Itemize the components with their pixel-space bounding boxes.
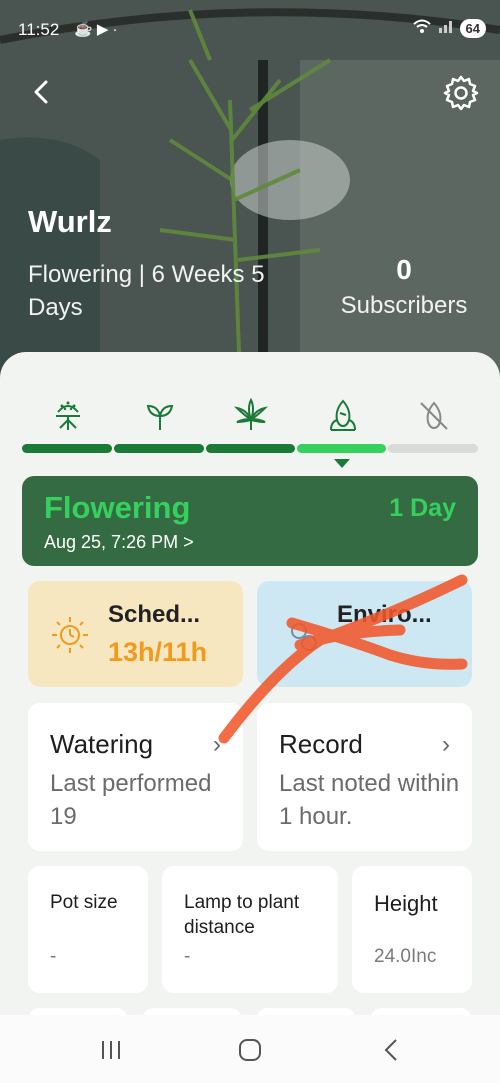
back-arrow-icon <box>34 80 48 104</box>
environment-icon <box>285 617 325 657</box>
status-time: 11:52 <box>18 20 60 39</box>
notification-icons: ☕ ▶ · <box>74 21 118 38</box>
flowering-bud-icon[interactable] <box>325 398 361 434</box>
plant-name: Wurlz <box>28 204 112 239</box>
light-schedule-value: 13h/11h <box>108 637 208 667</box>
pot-size-title: Pot size <box>50 892 118 913</box>
subscriber-count[interactable]: 0 <box>340 254 468 286</box>
germination-icon[interactable] <box>50 398 86 434</box>
sun-icon <box>50 615 90 655</box>
pot-size-card[interactable]: Pot size - <box>28 866 148 993</box>
settings-button[interactable] <box>442 74 480 112</box>
watering-title: Watering <box>50 729 154 759</box>
current-stage-pointer <box>334 459 350 468</box>
height-card[interactable]: Height 24.0Inc <box>352 866 472 993</box>
harvest-disabled-icon[interactable] <box>416 398 452 434</box>
stage-start-date[interactable]: Aug 25, 7:26 PM > <box>44 532 194 553</box>
system-back-button[interactable] <box>371 1033 411 1067</box>
lamp-distance-card[interactable]: Lamp to plant distance - <box>162 866 338 993</box>
gear-icon <box>443 75 479 111</box>
record-subtitle: Last noted within 1 hour. <box>279 770 460 830</box>
schedule-card[interactable]: Sched... 13h/11h <box>28 581 243 687</box>
progress-seedling <box>114 444 204 453</box>
back-chevron-icon <box>384 1039 397 1061</box>
watering-subtitle: Last performed 19 <box>50 770 212 830</box>
progress-vegetative <box>206 444 295 453</box>
progress-harvest <box>388 444 478 453</box>
lamp-distance-title: Lamp to plant distance <box>184 892 300 938</box>
stage-days: 1 Day <box>389 494 456 522</box>
record-title: Record <box>279 729 363 759</box>
schedule-title: Sched... <box>108 601 201 628</box>
signal-icon <box>438 18 454 39</box>
status-bar: 11:52 ☕ ▶ · 64 <box>0 0 500 58</box>
plant-photo-header: 11:52 ☕ ▶ · 64 Wurlz Flowering | 6 Weeks… <box>0 0 500 380</box>
battery-indicator: 64 <box>459 19 486 38</box>
vegetative-leaf-icon[interactable] <box>233 397 269 434</box>
watering-card[interactable]: Watering › Last performed 19 <box>28 703 243 851</box>
home-icon <box>239 1039 261 1061</box>
current-stage-card[interactable]: Flowering 1 Day Aug 25, 7:26 PM > <box>22 476 478 566</box>
stage-title: Flowering <box>44 490 191 525</box>
chevron-right-icon: › <box>213 731 221 758</box>
home-button[interactable] <box>230 1033 270 1067</box>
height-title: Height <box>374 891 438 916</box>
height-value: 24.0Inc <box>374 946 437 967</box>
progress-germination <box>22 444 112 453</box>
environment-title: Enviro... <box>337 601 432 628</box>
lamp-distance-value: - <box>184 946 191 967</box>
pot-size-value: - <box>50 946 57 967</box>
back-button[interactable] <box>26 76 58 108</box>
progress-flowering <box>297 444 386 453</box>
recent-apps-icon <box>102 1041 120 1059</box>
seedling-icon[interactable] <box>142 398 178 434</box>
recent-apps-button[interactable] <box>91 1033 131 1067</box>
plant-stage-summary: Flowering | 6 Weeks 5 Days <box>28 261 265 321</box>
chevron-right-icon: › <box>442 731 450 758</box>
wifi-icon <box>412 18 432 39</box>
record-card[interactable]: Record › Last noted within 1 hour. <box>257 703 472 851</box>
environment-card[interactable]: Enviro... <box>257 581 472 687</box>
subscriber-label[interactable]: Subscribers <box>330 292 478 320</box>
status-right: 64 <box>412 18 486 39</box>
system-nav-bar <box>0 1015 500 1083</box>
